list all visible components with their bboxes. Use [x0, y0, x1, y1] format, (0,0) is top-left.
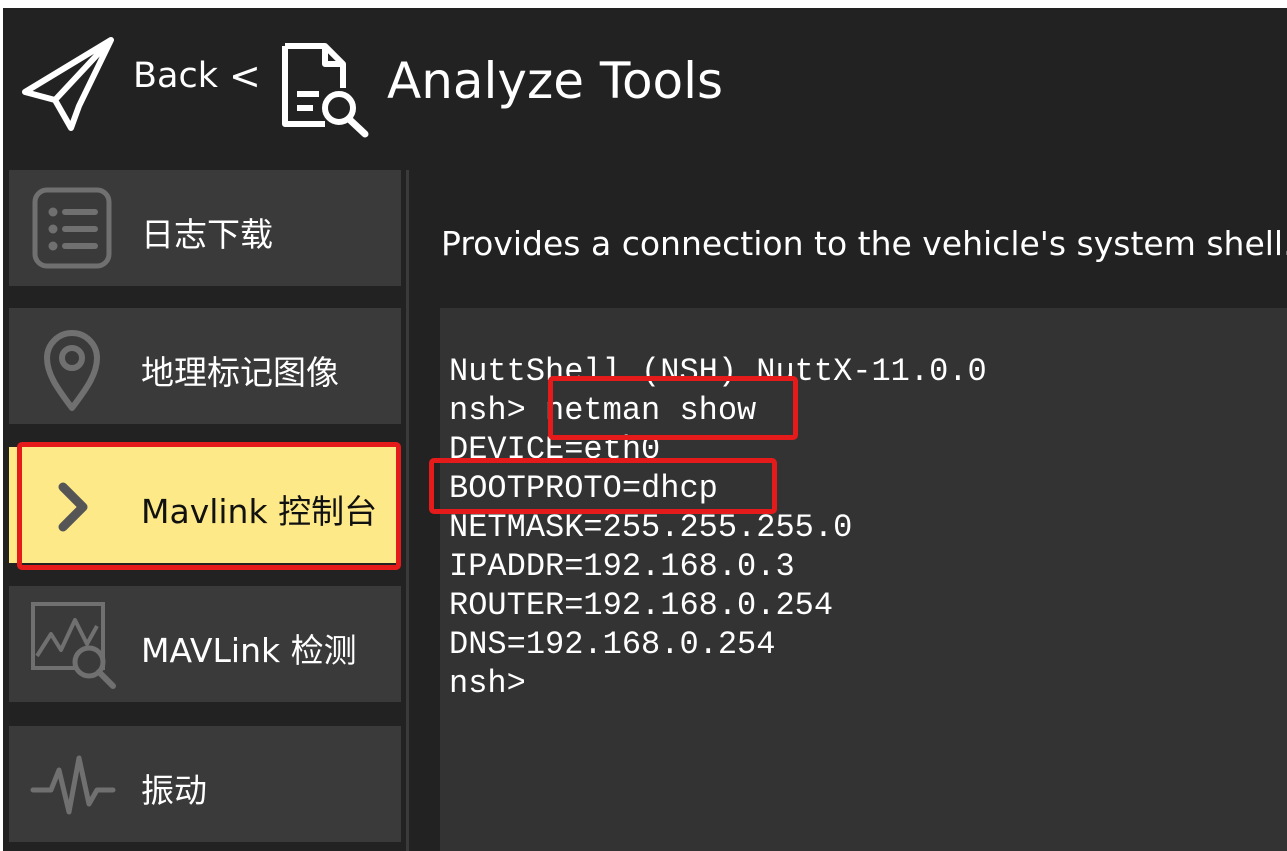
- sidebar-item-label: MAVLink 检测: [141, 631, 357, 670]
- app-window: Back < Analyze Tools 日志下载 地理标记图像 Mavlink…: [3, 8, 1287, 851]
- chart-search-icon: [31, 602, 116, 689]
- console-line: IPADDR=192.168.0.3: [449, 548, 795, 585]
- console-line: nsh>: [449, 665, 526, 702]
- waveform-icon: [30, 755, 116, 815]
- console-output[interactable]: NuttShell (NSH) NuttX-11.0.0 nsh> netman…: [429, 308, 1287, 851]
- paper-plane-icon[interactable]: [19, 34, 119, 134]
- console-line: DEVICE=eth0: [449, 431, 661, 468]
- sidebar-item-log-download[interactable]: 日志下载: [9, 170, 401, 286]
- console-line: NuttShell (NSH) NuttX-11.0.0: [449, 353, 987, 390]
- sidebar-item-label: 地理标记图像: [141, 353, 339, 392]
- analyze-document-icon: [282, 43, 369, 138]
- map-pin-icon: [44, 330, 100, 411]
- sidebar-item-label: 日志下载: [141, 215, 273, 254]
- page-description: Provides a connection to the vehicle's s…: [441, 224, 1287, 263]
- sidebar-item-mavlink-console[interactable]: Mavlink 控制台: [9, 447, 401, 563]
- sidebar-item-geotag-images[interactable]: 地理标记图像: [9, 308, 401, 424]
- sidebar-item-label: 振动: [141, 771, 207, 810]
- chevron-right-icon: [58, 482, 88, 532]
- console-line: DNS=192.168.0.254: [449, 626, 776, 663]
- sidebar-divider: [406, 170, 409, 851]
- sidebar-item-mavlink-inspector[interactable]: MAVLink 检测: [9, 586, 401, 702]
- back-button[interactable]: Back: [133, 56, 218, 96]
- list-icon: [32, 187, 112, 269]
- console-line: ROUTER=192.168.0.254: [449, 587, 834, 624]
- console-line: nsh> netman show: [449, 392, 757, 429]
- console-line: BOOTPROTO=dhcp: [449, 470, 718, 507]
- console-line: NETMASK=255.255.255.0: [449, 509, 853, 546]
- sidebar: 日志下载 地理标记图像 Mavlink 控制台 MAVLink 检测 振动: [3, 156, 413, 851]
- sidebar-item-label: Mavlink 控制台: [141, 492, 378, 531]
- breadcrumb-separator: <: [229, 54, 261, 98]
- sidebar-item-vibration[interactable]: 振动: [9, 726, 401, 842]
- main-panel: Provides a connection to the vehicle's s…: [413, 156, 1287, 851]
- page-title: Analyze Tools: [387, 52, 724, 110]
- header-bar: Back < Analyze Tools: [3, 8, 1287, 156]
